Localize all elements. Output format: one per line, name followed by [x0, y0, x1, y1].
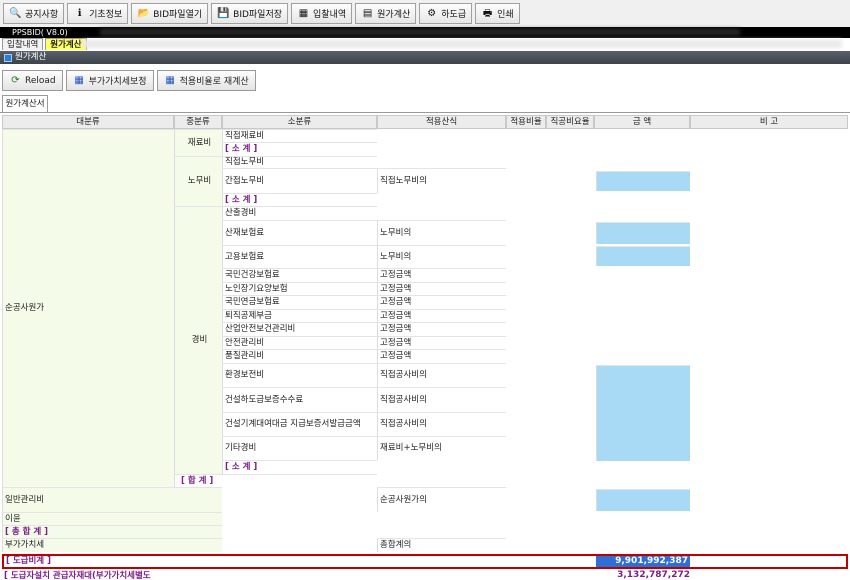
main-toolbar: 🔍 공지사항 ℹ 기초정보 📂 BID파일열기 💾 BID파일저장 ▦ 입찰내역… [0, 0, 850, 27]
row-direct-labor: 직접노무비 [222, 156, 377, 168]
app-title: PPSBID( V8.0) [12, 28, 68, 37]
row-labor-subtotal: [ 소 계 ] [222, 193, 377, 206]
folder-open-icon: 📂 [137, 7, 150, 19]
row-indirect-labor-formula: 직접노무비의 [377, 168, 506, 193]
basic-info-button[interactable]: ℹ 기초정보 [67, 3, 129, 24]
amount-cell-blurred [596, 246, 690, 266]
section-icon [4, 53, 12, 62]
redacted-tab-area [82, 40, 842, 48]
search-icon: 🔍 [9, 7, 22, 19]
cost-grid: 대분류 중분류 소분류 적용산식 적용비율 직공비요율 금 액 비 고 순공사원… [2, 115, 848, 580]
tab-divider [0, 112, 850, 113]
network-icon: ⚙ [427, 7, 437, 19]
group-general-admin: 일반관리비 [2, 487, 222, 512]
row-expense-5: 국민연금보험료 [222, 295, 377, 309]
row-expense-9-formula: 고정금액 [377, 349, 506, 363]
row-expense-2: 고용보험료 [222, 245, 377, 268]
header-rate: 적용비율 [506, 115, 546, 129]
row-expense-6-formula: 고정금액 [377, 309, 506, 322]
row-expense-2-formula: 노무비의 [377, 245, 506, 268]
header-major: 대분류 [2, 115, 174, 129]
row-expense-3-formula: 고정금액 [377, 268, 506, 282]
group-labor: 노무비 [174, 156, 222, 206]
row-expense-13: 기타경비 [222, 436, 377, 460]
calculator-icon: ▤ [362, 7, 373, 19]
group-net-cost: 순공사원가 [2, 129, 174, 487]
row-expense-11-formula: 직접공사비의 [377, 387, 506, 412]
group-grand-total: [ 총 합 계 ] [2, 525, 222, 538]
section-header: 원가계산 [0, 51, 850, 64]
row-expense-10: 환경보전비 [222, 363, 377, 387]
subcontract-button[interactable]: ⚙ 하도급 [419, 3, 473, 24]
info-icon: ℹ [77, 7, 82, 19]
save-bid-file-button[interactable]: 💾 BID파일저장 [211, 3, 289, 24]
bid-details-button[interactable]: ▦ 입찰내역 [291, 3, 353, 24]
reload-button[interactable]: ⟳ Reload [2, 70, 63, 91]
amount-cell-blurred [596, 365, 690, 461]
app-title-bar: PPSBID( V8.0) [0, 27, 850, 38]
row-expense-0: 산출경비 [222, 206, 377, 220]
row-expense-6: 퇴직공제부금 [222, 309, 377, 322]
row-expense-9: 품질관리비 [222, 349, 377, 363]
group-expense: 경비 [174, 206, 222, 474]
row-expense-11: 건설하도급보증수수료 [222, 387, 377, 412]
row-expense-5-formula: 고정금액 [377, 295, 506, 309]
recalc-icon: ▦ [165, 74, 175, 86]
row-expense-12: 건설기계대여대금 지급보증서발급금액 [222, 412, 377, 436]
row-expense-7-formula: 고정금액 [377, 322, 506, 336]
amount-cell-blurred [596, 489, 690, 511]
row-expense-12-formula: 직접공사비의 [377, 412, 506, 436]
print-icon: 🖶 [482, 7, 493, 19]
tab-bid-details[interactable]: 입찰내역 [2, 38, 44, 50]
row-expense-7: 산업안전보건관리비 [222, 322, 377, 336]
row-expense-1-formula: 노무비의 [377, 220, 506, 245]
header-middle: 중분류 [174, 115, 222, 129]
row-expense-8-formula: 고정금액 [377, 336, 506, 349]
row-expense-3: 국민건강보험료 [222, 268, 377, 282]
group-final: [ 도급자설치 관급자재대(부가가치세별도 [4, 570, 151, 580]
notice-button[interactable]: 🔍 공지사항 [3, 3, 65, 24]
row-expense-13-formula: 재료비+노무비의 [377, 436, 506, 460]
header-note: 비 고 [690, 115, 848, 129]
row-indirect-labor: 간접노무비 [222, 168, 377, 193]
row-net-total: [ 합 계 ] [174, 474, 377, 487]
group-material: 재료비 [174, 129, 222, 156]
vat-adjust-button[interactable]: ▦ 부가가치세보정 [65, 70, 154, 91]
group-profit: 이윤 [2, 512, 222, 525]
cost-calc-button[interactable]: ▤ 원가계산 [355, 3, 417, 24]
group-contract-total: [ 도급비계 ] [6, 556, 51, 567]
row-expense-4: 노인장기요양보험 [222, 282, 377, 295]
header-minor: 소분류 [222, 115, 377, 129]
list-icon: ▦ [298, 7, 309, 19]
row-expense-10-formula: 직접공사비의 [377, 363, 506, 387]
row-expense-8: 안전관리비 [222, 336, 377, 349]
tax-adjust-icon: ▦ [74, 74, 84, 86]
row-expense-subtotal: [ 소 계 ] [222, 460, 377, 474]
row-vat-formula: 총합계의 [377, 538, 506, 552]
recalculate-button[interactable]: ▦ 적용비율로 재계산 [156, 70, 256, 91]
document-tabs: 입찰내역 원가계산 [0, 38, 850, 50]
section-title: 원가계산 [15, 52, 47, 62]
row-material-subtotal: [ 소 계 ] [222, 142, 377, 156]
row-expense-1: 산재보험료 [222, 220, 377, 245]
group-vat: 부가가치세 [2, 538, 222, 552]
contract-total-amount: 9,901,992,387 [596, 556, 690, 567]
header-amount: 금 액 [594, 115, 690, 129]
header-direct-rate: 직공비요율 [546, 115, 594, 129]
reload-icon: ⟳ [11, 74, 20, 86]
final-amount: 3,132,787,272 [617, 570, 690, 580]
row-general-formula: 순공사원가의 [377, 487, 506, 512]
amount-cell-blurred [596, 222, 690, 244]
amount-cell-blurred [596, 171, 690, 191]
action-bar: ⟳ Reload ▦ 부가가치세보정 ▦ 적용비율로 재계산 [0, 70, 850, 93]
redacted-bar [100, 29, 740, 35]
save-icon: 💾 [217, 7, 230, 19]
tab-cost-calc[interactable]: 원가계산 [45, 38, 87, 50]
row-direct-material: 직접재료비 [222, 129, 377, 142]
header-formula: 적용산식 [377, 115, 506, 129]
open-bid-file-button[interactable]: 📂 BID파일열기 [131, 3, 209, 24]
tab-cost-statement[interactable]: 원가계산서 [2, 95, 48, 112]
row-expense-4-formula: 고정금액 [377, 282, 506, 295]
print-button[interactable]: 🖶 인쇄 [475, 3, 520, 24]
